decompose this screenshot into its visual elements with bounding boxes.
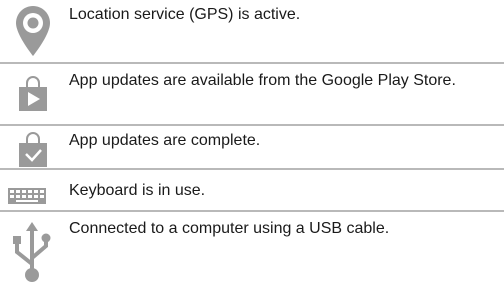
usb-icon: [0, 212, 66, 290]
keyboard-icon: [0, 170, 66, 212]
table-row: App updates are complete.: [0, 124, 504, 170]
play-store-check-icon: [0, 126, 66, 170]
row-text: App updates are complete.: [69, 132, 261, 149]
row-text: Location service (GPS) is active.: [69, 6, 301, 23]
row-text: App updates are available from the Googl…: [69, 72, 456, 89]
row-text: Connected to a computer using a USB cabl…: [69, 220, 390, 237]
icon-description-table: Location service (GPS) is active. App up…: [0, 0, 504, 288]
play-store-update-icon: [0, 64, 66, 126]
table-row: Location service (GPS) is active.: [0, 0, 504, 62]
row-text: Keyboard is in use.: [69, 182, 206, 199]
table-row: Keyboard is in use.: [0, 168, 504, 212]
table-row: App updates are available from the Googl…: [0, 62, 504, 126]
location-pin-icon: [0, 0, 66, 62]
table-row: Connected to a computer using a USB cabl…: [0, 210, 504, 290]
